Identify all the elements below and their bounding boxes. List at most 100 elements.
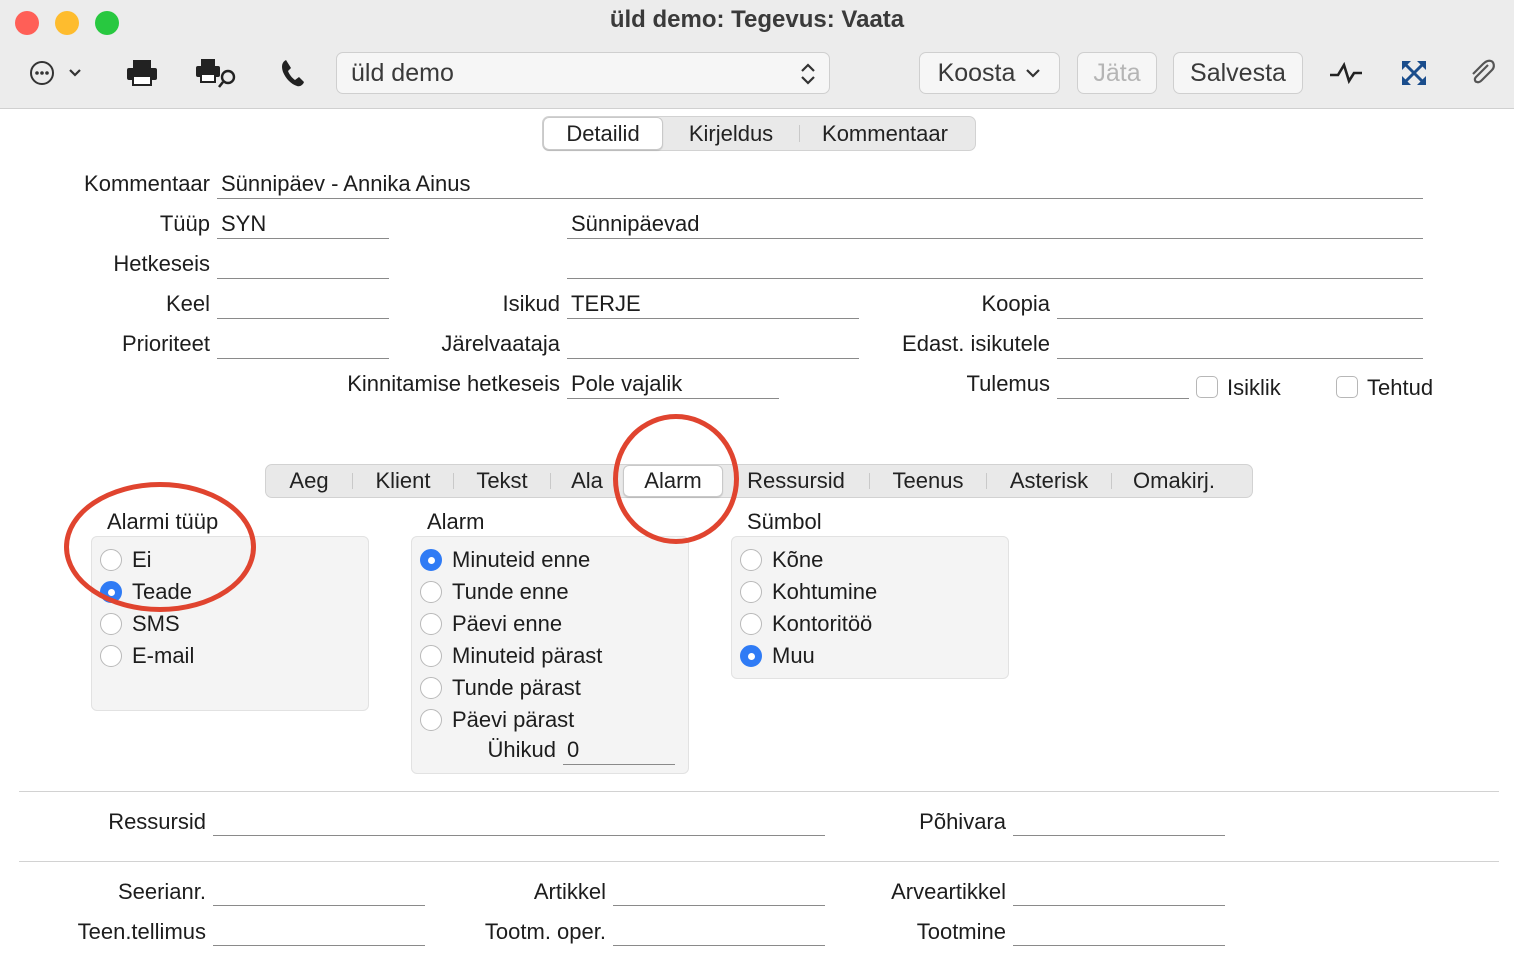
printer-icon	[127, 60, 157, 86]
window-title: üld demo: Tegevus: Vaata	[609, 6, 905, 33]
radio-button[interactable]	[740, 613, 762, 635]
option-label: Teade	[132, 579, 192, 604]
tab-asterisk[interactable]: Asterisk	[987, 465, 1111, 497]
koopia-field[interactable]	[1057, 289, 1423, 319]
print-button[interactable]	[122, 56, 162, 90]
isikud-label: Isikud	[502, 291, 560, 316]
tehtud-label: Tehtud	[1367, 375, 1434, 400]
divider	[19, 861, 1499, 862]
option-label: Kohtumine	[772, 579, 878, 604]
uhikud-label: Ühikud	[487, 737, 556, 762]
tab-ressursid[interactable]: Ressursid	[723, 465, 869, 497]
pohivara-field[interactable]	[1013, 806, 1225, 836]
jata-button[interactable]: Jäta	[1077, 52, 1157, 94]
top-tabs: Detailid Kirjeldus Kommentaar	[542, 116, 976, 151]
actions-menu-button[interactable]	[26, 56, 88, 90]
alarmi-tyyp-option[interactable]: Teade	[100, 579, 192, 605]
ressursid-label: Ressursid	[108, 809, 206, 834]
radio-button[interactable]	[740, 581, 762, 603]
radio-button[interactable]	[420, 709, 442, 731]
symbol-option[interactable]: Kontoritöö	[740, 611, 872, 637]
tab-detailid[interactable]: Detailid	[543, 117, 663, 150]
kinnitamise-label: Kinnitamise hetkeseis	[347, 371, 560, 396]
tulemus-field[interactable]	[1057, 369, 1189, 399]
arveartikkel-field[interactable]	[1013, 876, 1225, 906]
project-select[interactable]: üld demo	[336, 52, 830, 94]
symbol-option[interactable]: Kõne	[740, 547, 823, 573]
project-select-value: üld demo	[351, 58, 454, 87]
alarmi-tyyp-title: Alarmi tüüp	[107, 509, 219, 534]
isiklik-checkbox[interactable]	[1196, 376, 1218, 398]
tab-klient[interactable]: Klient	[353, 465, 453, 497]
tootmine-label: Tootmine	[916, 919, 1006, 944]
attachment-button[interactable]	[1462, 56, 1502, 90]
alarm-option[interactable]: Minuteid enne	[420, 547, 590, 573]
symbol-option[interactable]: Kohtumine	[740, 579, 877, 605]
option-label: Minuteid enne	[452, 547, 591, 572]
option-label: Muu	[772, 643, 815, 668]
tab-alarm[interactable]: Alarm	[623, 465, 723, 497]
salvesta-button[interactable]: Salvesta	[1173, 52, 1303, 94]
radio-button[interactable]	[740, 549, 762, 571]
teen-tellimus-field[interactable]	[213, 916, 425, 946]
alarm-option[interactable]: Tunde pärast	[420, 675, 581, 701]
activity-button[interactable]	[1326, 56, 1366, 90]
isiklik-label: Isiklik	[1227, 375, 1281, 400]
tehtud-checkbox[interactable]	[1336, 376, 1358, 398]
tab-kommentaar[interactable]: Kommentaar	[800, 117, 970, 150]
tootm-oper-field[interactable]	[613, 916, 825, 946]
radio-button[interactable]	[420, 581, 442, 603]
isikud-field[interactable]: TERJE	[567, 289, 859, 319]
radio-button[interactable]	[420, 613, 442, 635]
alarm-option[interactable]: Minuteid pärast	[420, 643, 602, 669]
jarelvaataja-field[interactable]	[567, 329, 859, 359]
paperclip-icon	[1472, 59, 1495, 84]
jarelvaataja-label: Järelvaataja	[441, 331, 560, 356]
uhikud-field[interactable]: 0	[563, 735, 675, 765]
koosta-menu-button[interactable]: Koosta	[919, 52, 1060, 94]
fullscreen-button[interactable]	[1394, 56, 1434, 90]
print-preview-button[interactable]	[192, 56, 240, 90]
tab-aeg[interactable]: Aeg	[266, 465, 352, 497]
symbol-option[interactable]: Muu	[740, 643, 815, 669]
tab-kirjeldus[interactable]: Kirjeldus	[663, 117, 799, 150]
keel-field[interactable]	[217, 289, 389, 319]
alarm-option[interactable]: Päevi pärast	[420, 707, 574, 733]
alarmi-tyyp-option[interactable]: E-mail	[100, 643, 194, 669]
radio-button[interactable]	[420, 677, 442, 699]
kommentaar-field[interactable]: Sünnipäev - Annika Ainus	[217, 169, 1423, 199]
alarm-option[interactable]: Tunde enne	[420, 579, 569, 605]
alarm-option[interactable]: Päevi enne	[420, 611, 562, 637]
option-label: Kontoritöö	[772, 611, 873, 636]
hetkeseis-label: Hetkeseis	[113, 251, 210, 276]
tab-tekst[interactable]: Tekst	[454, 465, 550, 497]
radio-button[interactable]	[420, 645, 442, 667]
artikkel-field[interactable]	[613, 876, 825, 906]
prioriteet-field[interactable]	[217, 329, 389, 359]
radio-button[interactable]	[100, 613, 122, 635]
tab-ala[interactable]: Ala	[551, 465, 623, 497]
tyyp-description: Sünnipäevad	[567, 209, 1423, 239]
edast-field[interactable]	[1057, 329, 1423, 359]
radio-button-selected[interactable]	[100, 581, 122, 603]
radio-button[interactable]	[100, 645, 122, 667]
seerianr-field[interactable]	[213, 876, 425, 906]
tab-teenus[interactable]: Teenus	[870, 465, 986, 497]
divider	[19, 791, 1499, 792]
hetkeseis-field[interactable]	[217, 249, 389, 279]
pulse-icon	[1330, 61, 1362, 85]
alarmi-tyyp-option[interactable]: SMS	[100, 611, 180, 637]
radio-button-selected[interactable]	[420, 549, 442, 571]
tyyp-field[interactable]: SYN	[217, 209, 389, 239]
tab-omakirj[interactable]: Omakirj.	[1112, 465, 1236, 497]
radio-button-selected[interactable]	[740, 645, 762, 667]
salvesta-label: Salvesta	[1190, 58, 1286, 87]
radio-button[interactable]	[100, 549, 122, 571]
tootmine-field[interactable]	[1013, 916, 1225, 946]
alarmi-tyyp-option[interactable]: Ei	[100, 547, 152, 573]
option-label: SMS	[132, 611, 180, 636]
call-button[interactable]	[276, 56, 310, 90]
seerianr-label: Seerianr.	[117, 879, 206, 904]
ressursid-field[interactable]	[213, 806, 825, 836]
kinnitamise-field[interactable]: Pole vajalik	[567, 369, 779, 399]
